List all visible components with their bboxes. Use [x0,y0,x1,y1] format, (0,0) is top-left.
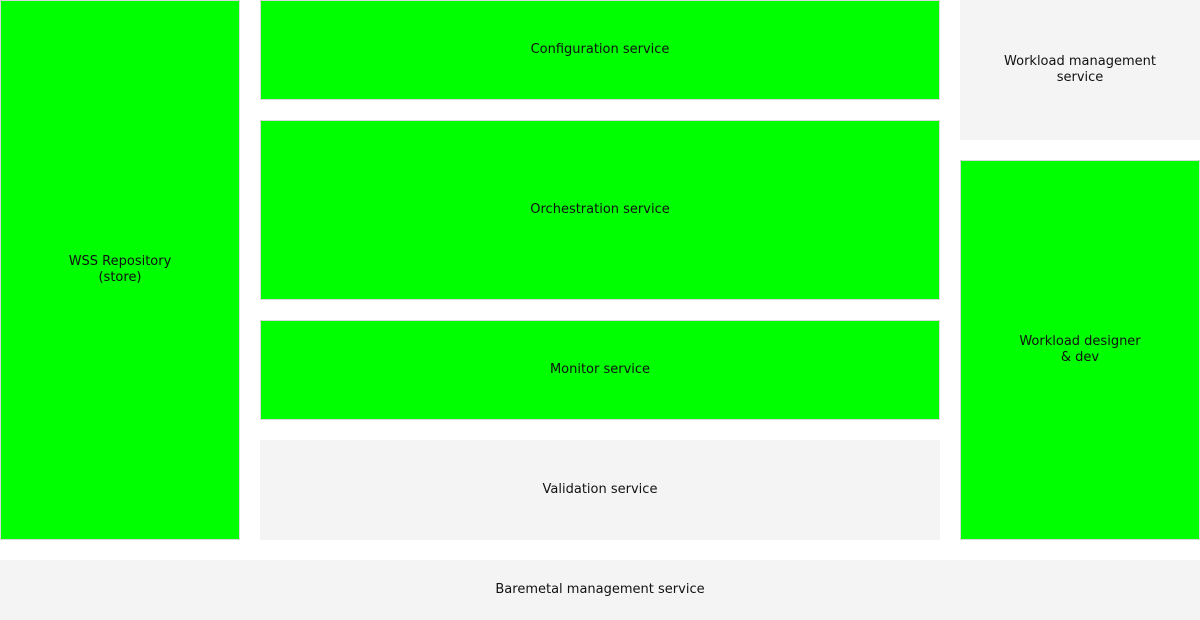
workload-designer-label-line2: & dev [1060,350,1100,365]
validation-service-box: Validation service [260,440,940,540]
monitor-service-label: Monitor service [549,362,651,377]
wss-repository-label: WSS Repository (store) [69,254,172,286]
workload-management-service-label: Workload management service [1004,54,1156,86]
configuration-service-label: Configuration service [530,42,670,57]
orchestration-service-label: Orchestration service [530,202,670,217]
workload-management-label-line2: service [1056,70,1104,85]
baremetal-management-service-label: Baremetal management service [495,582,705,597]
wss-repository-label-line1: WSS Repository [68,254,172,269]
configuration-service-box: Configuration service [260,0,940,100]
workload-designer-box: Workload designer & dev [960,160,1200,540]
monitor-service-box: Monitor service [260,320,940,420]
workload-designer-label-line1: Workload designer [1019,334,1141,349]
orchestration-service-box: Orchestration service [260,120,940,300]
workload-designer-label: Workload designer & dev [1019,334,1140,366]
validation-service-label: Validation service [542,482,658,497]
wss-repository-label-line2: (store) [98,270,142,285]
workload-management-label-line1: Workload management [1004,54,1156,69]
baremetal-management-service-box: Baremetal management service [0,560,1200,620]
workload-management-service-box: Workload management service [960,0,1200,140]
wss-repository-box: WSS Repository (store) [0,0,240,540]
